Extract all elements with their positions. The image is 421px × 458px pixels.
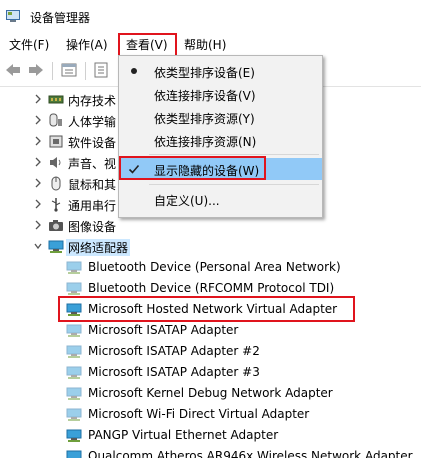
bullet-icon: [131, 68, 137, 74]
tree-device-label: PANGP Virtual Ethernet Adapter: [88, 428, 279, 442]
tree-category-label: 软件设备: [68, 136, 117, 150]
tree-device-row[interactable]: Microsoft ISATAP Adapter #3: [0, 362, 421, 383]
title-bar: 设备管理器: [0, 0, 421, 32]
menu-item-sort-resources-by-connection[interactable]: 依连接排序资源(N): [119, 129, 322, 151]
network-adapter-icon: [66, 408, 82, 421]
menu-item-sort-resources-by-type[interactable]: 依类型排序资源(Y): [119, 106, 322, 128]
camera-icon: [49, 220, 63, 231]
menu-item-label: 依连接排序设备(V): [154, 89, 256, 103]
tree-category-label: 鼠标和其: [68, 178, 117, 192]
network-adapter-icon: [66, 261, 82, 274]
tree-device-label: Microsoft Wi-Fi Direct Virtual Adapter: [88, 407, 310, 421]
tree-category-label: 声音、视: [68, 157, 117, 171]
menu-file[interactable]: 文件(F): [9, 36, 49, 53]
tree-category-label: 图像设备: [68, 220, 117, 234]
tree-device-label: Microsoft ISATAP Adapter #3: [88, 365, 260, 379]
tree-category[interactable]: 图像设备: [0, 215, 421, 236]
menu-item-customize[interactable]: 自定义(U)...: [119, 188, 322, 210]
chevron-right-icon[interactable]: [33, 114, 43, 126]
back-arrow-icon[interactable]: [4, 61, 22, 79]
chevron-right-icon[interactable]: [33, 219, 43, 231]
tree-category-label: 人体学输: [68, 115, 117, 129]
tree-device-row[interactable]: PANGP Virtual Ethernet Adapter: [0, 425, 421, 446]
chevron-down-icon[interactable]: [33, 240, 43, 252]
toolbar-separator: [85, 62, 86, 80]
menu-bar: 文件(F) 操作(A) 查看(V) 帮助(H): [0, 32, 421, 56]
window-title: 设备管理器: [30, 11, 91, 25]
tree-category-network[interactable]: 网络适配器: [0, 236, 421, 257]
network-adapter-icon: [66, 324, 82, 337]
tree-device-label: Microsoft ISATAP Adapter: [88, 323, 239, 337]
tree-category-label: 网络适配器: [66, 239, 131, 256]
network-adapter-icon: [66, 366, 82, 379]
menu-item-label: 依连接排序资源(N): [154, 135, 257, 149]
device-manager-icon: [6, 10, 20, 22]
menu-item-sort-devices-by-type[interactable]: 依类型排序设备(E): [119, 60, 322, 82]
tree-device-row[interactable]: Bluetooth Device (Personal Area Network): [0, 257, 421, 278]
view-menu-dropdown: 依类型排序设备(E) 依连接排序设备(V) 依类型排序资源(Y) 依连接排序资源…: [118, 55, 323, 218]
mouse-icon: [51, 176, 61, 191]
network-adapter-icon: [66, 345, 82, 358]
menu-view-highlight-box: [118, 33, 177, 57]
tree-device-label: Microsoft Kernel Debug Network Adapter: [88, 386, 333, 400]
tree-device-label: Microsoft ISATAP Adapter #2: [88, 344, 260, 358]
tree-device-row[interactable]: Microsoft ISATAP Adapter #2: [0, 341, 421, 362]
menu-separator: [149, 184, 319, 185]
chevron-right-icon[interactable]: [33, 198, 43, 210]
menu-item-sort-devices-by-connection[interactable]: 依连接排序设备(V): [119, 83, 322, 105]
software-device-icon: [49, 135, 63, 148]
sound-icon: [50, 157, 61, 168]
network-adapter-icon: [66, 387, 82, 400]
network-adapter-icon: [48, 240, 64, 253]
hid-icon: [49, 113, 62, 127]
network-adapter-icon: [66, 450, 82, 458]
tree-device-row[interactable]: Qualcomm Atheros AR946x Wireless Network…: [0, 446, 421, 458]
help-page-icon[interactable]: [92, 61, 110, 79]
menu-separator: [149, 154, 319, 155]
tree-device-label: Bluetooth Device (Personal Area Network): [88, 260, 341, 274]
network-adapter-icon: [66, 429, 82, 442]
toolbar-separator: [52, 62, 53, 80]
menu-item-label: 自定义(U)...: [154, 194, 220, 208]
chevron-right-icon[interactable]: [33, 135, 43, 147]
tree-device-label: Qualcomm Atheros AR946x Wireless Network…: [88, 449, 413, 458]
chevron-right-icon[interactable]: [33, 177, 43, 189]
tree-device-row[interactable]: Microsoft Wi-Fi Direct Virtual Adapter: [0, 404, 421, 425]
tree-device-label: Bluetooth Device (RFCOMM Protocol TDI): [88, 281, 335, 295]
menu-item-label: 依类型排序设备(E): [154, 66, 255, 80]
show-hidden-highlight-box: [119, 156, 266, 180]
menu-help[interactable]: 帮助(H): [184, 36, 226, 53]
menu-item-label: 依类型排序资源(Y): [154, 112, 255, 126]
chevron-right-icon[interactable]: [33, 93, 43, 105]
tree-category-label: 通用串行: [68, 199, 117, 213]
memory-icon: [48, 95, 64, 104]
tree-category-label: 内存技术: [68, 94, 117, 108]
menu-action[interactable]: 操作(A): [66, 36, 108, 53]
usb-icon: [51, 198, 61, 212]
chevron-right-icon[interactable]: [33, 156, 43, 168]
tree-device-row[interactable]: Microsoft ISATAP Adapter: [0, 320, 421, 341]
tree-device-row[interactable]: Microsoft Kernel Debug Network Adapter: [0, 383, 421, 404]
forward-arrow-icon[interactable]: [27, 61, 45, 79]
hosted-adapter-highlight-box: [58, 296, 355, 322]
properties-icon[interactable]: [60, 61, 78, 79]
network-adapter-icon: [66, 282, 82, 295]
